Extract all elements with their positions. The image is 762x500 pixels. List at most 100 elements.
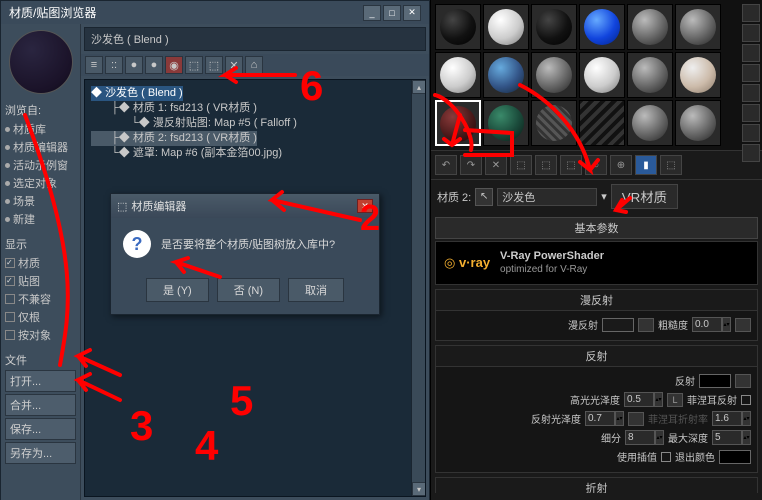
browse-option[interactable]: 材质编辑器 <box>5 138 76 156</box>
roughness-input[interactable] <box>692 317 722 332</box>
side-tool-btn[interactable] <box>742 64 760 82</box>
material-swatch[interactable] <box>483 52 529 98</box>
material-swatch[interactable] <box>531 52 577 98</box>
yes-button[interactable]: 是 (Y) <box>146 278 209 302</box>
side-tool-btn[interactable] <box>742 124 760 142</box>
question-icon: ? <box>123 230 151 258</box>
material-swatch[interactable] <box>435 52 481 98</box>
editor-tool-btn[interactable]: ○ <box>585 155 607 175</box>
subdiv-input[interactable] <box>625 430 655 445</box>
cancel-button[interactable]: 取消 <box>288 278 344 302</box>
interp-checkbox[interactable] <box>661 452 671 462</box>
diffuse-color-swatch[interactable] <box>602 318 634 332</box>
material-swatch[interactable] <box>435 4 481 50</box>
material-swatch[interactable] <box>627 100 673 146</box>
editor-tool-btn[interactable]: ⬚ <box>560 155 582 175</box>
editor-tool-btn[interactable]: ⬚ <box>510 155 532 175</box>
reflect-color-swatch[interactable] <box>699 374 731 388</box>
material-name-input[interactable] <box>497 188 597 206</box>
save-button[interactable]: 保存... <box>5 418 76 440</box>
material-swatch[interactable] <box>483 4 529 50</box>
material-swatch[interactable] <box>531 100 577 146</box>
editor-tool-btn[interactable]: ⬚ <box>535 155 557 175</box>
toolbar-btn[interactable]: ● <box>125 56 143 74</box>
side-tool-btn[interactable] <box>742 24 760 42</box>
merge-button[interactable]: 合并... <box>5 394 76 416</box>
editor-tool-btn[interactable]: ⬚ <box>660 155 682 175</box>
side-tool-btn[interactable] <box>742 44 760 62</box>
scroll-down-button[interactable]: ▾ <box>412 482 426 496</box>
l-button[interactable]: L <box>667 393 683 407</box>
rollout-basic-params[interactable]: 基本参数 <box>435 217 758 239</box>
material-swatch-selected[interactable] <box>435 100 481 146</box>
side-tool-btn[interactable] <box>742 84 760 102</box>
hilight-gloss-input[interactable] <box>624 392 654 407</box>
side-tool-btn[interactable] <box>742 4 760 22</box>
side-tool-btn[interactable] <box>742 144 760 162</box>
display-option[interactable]: 材质 <box>5 254 76 272</box>
vertical-scrollbar[interactable]: ▴ ▾ <box>411 80 425 496</box>
material-swatch[interactable] <box>675 52 721 98</box>
display-option[interactable]: 按对象 <box>5 326 76 344</box>
editor-tool-btn[interactable]: ⊕ <box>610 155 632 175</box>
editor-tool-btn[interactable]: ✕ <box>485 155 507 175</box>
browse-option[interactable]: 选定对象 <box>5 174 76 192</box>
material-swatch[interactable] <box>579 100 625 146</box>
exit-color-swatch[interactable] <box>719 450 751 464</box>
editor-tool-btn[interactable]: ▮ <box>635 155 657 175</box>
browser-title-bar[interactable]: 材质/贴图浏览器 _ □ ✕ <box>1 1 429 24</box>
maximize-button[interactable]: □ <box>383 5 401 21</box>
dialog-title-bar[interactable]: ⬚材质编辑器 ✕ <box>111 194 379 218</box>
tree-root[interactable]: ◆ 沙发色 ( Blend ) <box>91 86 183 101</box>
toolbar-btn[interactable]: ≡ <box>85 56 103 74</box>
map-slot-button[interactable] <box>735 318 751 332</box>
minimize-button[interactable]: _ <box>363 5 381 21</box>
map-slot-button[interactable] <box>638 318 654 332</box>
fresnel-checkbox[interactable] <box>741 395 751 405</box>
map-slot-button[interactable] <box>735 374 751 388</box>
display-option[interactable]: 不兼容 <box>5 290 76 308</box>
tree-item[interactable]: ├◆ 材质 1: fsd213 ( VR材质 ) <box>91 101 419 116</box>
browse-option[interactable]: 新建 <box>5 210 76 228</box>
material-swatch[interactable] <box>579 4 625 50</box>
toolbar-btn[interactable]: ⌂ <box>245 56 263 74</box>
reflect-gloss-input[interactable] <box>585 411 615 426</box>
confirm-dialog: ⬚材质编辑器 ✕ ? 是否要将整个材质/贴图树放入库中? 是 (Y) 否 (N)… <box>110 193 380 315</box>
browse-option[interactable]: 活动示例窗 <box>5 156 76 174</box>
save-as-button[interactable]: 另存为... <box>5 442 76 464</box>
material-type-button[interactable]: VR材质 <box>611 184 678 209</box>
material-swatch[interactable] <box>627 4 673 50</box>
material-swatch[interactable] <box>675 4 721 50</box>
open-button[interactable]: 打开... <box>5 370 76 392</box>
side-tool-btn[interactable] <box>742 104 760 122</box>
toolbar-btn[interactable]: :: <box>105 56 123 74</box>
no-button[interactable]: 否 (N) <box>217 278 280 302</box>
map-slot-button[interactable] <box>628 412 644 426</box>
toolbar-btn[interactable]: ⬚ <box>205 56 223 74</box>
material-swatch[interactable] <box>579 52 625 98</box>
scroll-up-button[interactable]: ▴ <box>412 80 426 94</box>
eyedropper-icon[interactable]: ↖ <box>475 188 493 206</box>
max-depth-input[interactable] <box>712 430 742 445</box>
tree-item[interactable]: └◆ 漫反射贴图: Map #5 ( Falloff ) <box>91 116 419 131</box>
material-swatch[interactable] <box>531 4 577 50</box>
tree-item[interactable]: └◆ 遮罩: Map #6 (副本金箔00.jpg) <box>91 146 419 161</box>
toolbar-btn[interactable]: ◉ <box>165 56 183 74</box>
material-swatch[interactable] <box>483 100 529 146</box>
browse-option[interactable]: 场景 <box>5 192 76 210</box>
editor-tool-btn[interactable]: ↶ <box>435 155 457 175</box>
material-swatch[interactable] <box>675 100 721 146</box>
display-option[interactable]: 贴图 <box>5 272 76 290</box>
toolbar-btn[interactable]: ⬚ <box>185 56 203 74</box>
tree-item[interactable]: ├◆ 材质 2: fsd213 ( VR材质 ) <box>91 131 257 146</box>
diffuse-group: 漫反射 漫反射 粗糙度 ▴▾ <box>435 289 758 341</box>
toolbar-btn[interactable]: ● <box>145 56 163 74</box>
display-option[interactable]: 仅根 <box>5 308 76 326</box>
dialog-close-button[interactable]: ✕ <box>357 199 373 213</box>
editor-tool-btn[interactable]: ↷ <box>460 155 482 175</box>
browse-option[interactable]: 材质库 <box>5 120 76 138</box>
close-button[interactable]: ✕ <box>403 5 421 21</box>
toolbar-btn[interactable]: ✕ <box>225 56 243 74</box>
dropdown-icon[interactable]: ▾ <box>601 190 607 203</box>
material-swatch[interactable] <box>627 52 673 98</box>
